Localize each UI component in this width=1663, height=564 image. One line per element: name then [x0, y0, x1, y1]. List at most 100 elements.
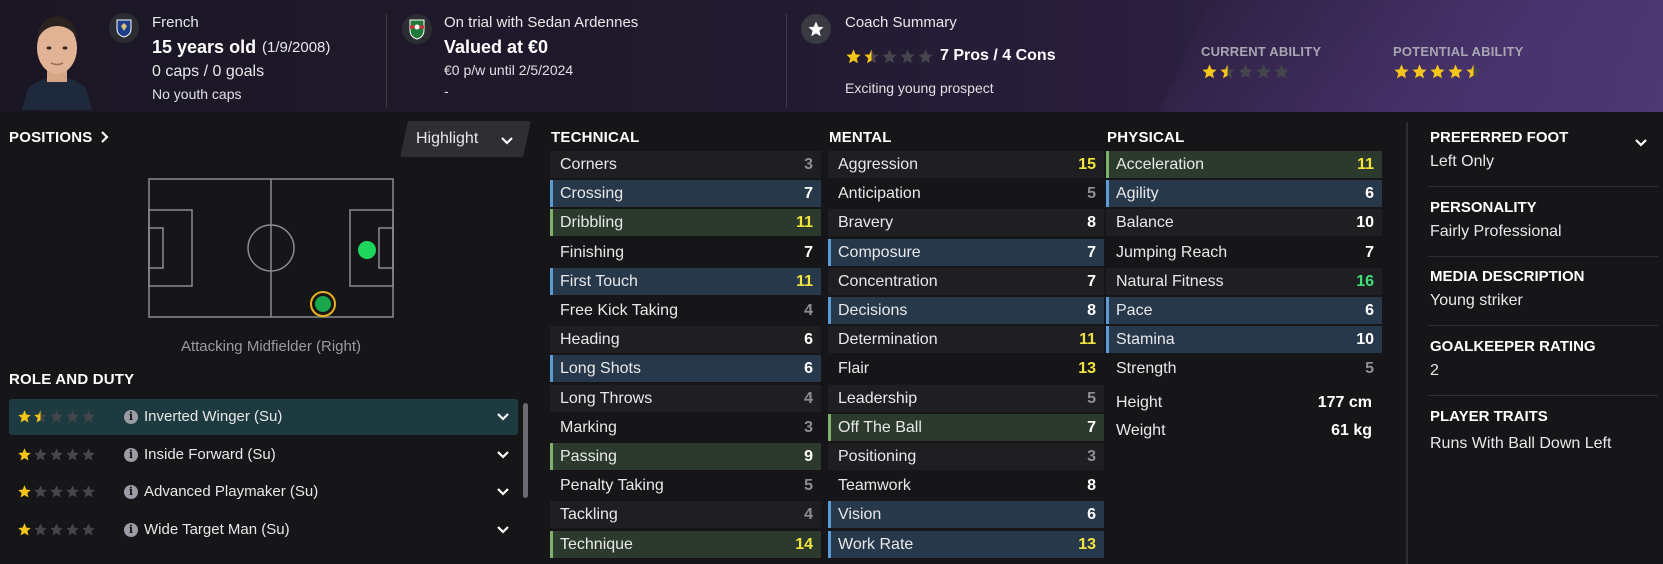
attribute-row[interactable]: Technique 14: [550, 530, 821, 558]
star-icon: [18, 410, 31, 423]
role-row[interactable]: i Wide Target Man (Su): [9, 512, 518, 548]
chevron-down-icon[interactable]: [496, 525, 510, 535]
attribute-row[interactable]: Corners 3: [550, 151, 821, 178]
attribute-row[interactable]: Free Kick Taking 4: [550, 297, 821, 324]
star-icon: [82, 410, 95, 423]
attribute-row[interactable]: Leadership 5: [828, 384, 1104, 412]
attribute-value: 14: [795, 535, 813, 553]
star-icon: [66, 447, 79, 460]
player-avatar[interactable]: [20, 8, 94, 110]
attribute-row[interactable]: Aggression 15: [828, 151, 1104, 178]
star-icon: [66, 522, 79, 535]
positions-title[interactable]: POSITIONS: [9, 129, 110, 146]
attribute-row[interactable]: Pace 6: [1106, 297, 1382, 324]
highlight-marker: [1106, 180, 1109, 208]
coach-summary-title[interactable]: Coach Summary: [845, 14, 957, 31]
attribute-name: Flair: [838, 360, 870, 378]
attribute-name: Concentration: [838, 272, 938, 290]
attribute-row[interactable]: Tackling 4: [550, 501, 821, 529]
contract-label: €0 p/w until 2/5/2024: [444, 62, 574, 78]
attribute-row[interactable]: Crossing 7: [550, 180, 821, 208]
attribute-row[interactable]: Natural Fitness 16: [1106, 267, 1382, 295]
star-icon: [18, 485, 31, 498]
club-status-label[interactable]: On trial with Sedan Ardennes: [444, 14, 638, 31]
info-icon[interactable]: i: [124, 522, 138, 537]
info-icon[interactable]: i: [124, 485, 138, 499]
position-dot-secondary[interactable]: [358, 241, 376, 259]
attribute-row[interactable]: Long Throws 4: [550, 384, 821, 412]
attribute-row[interactable]: Dribbling 11: [550, 209, 821, 237]
current-ability-label: CURRENT ABILITY: [1201, 44, 1322, 59]
positions-title-text: POSITIONS: [9, 129, 93, 146]
info-icon[interactable]: i: [124, 410, 138, 424]
attribute-row[interactable]: Anticipation 5: [828, 180, 1104, 208]
star-icon: [1274, 64, 1289, 79]
position-dot-primary[interactable]: [315, 296, 331, 312]
position-pitch[interactable]: [148, 178, 394, 318]
attribute-value: 7: [1087, 272, 1096, 290]
star-icon: [1448, 64, 1463, 79]
chevron-down-icon[interactable]: [496, 412, 510, 422]
attribute-row[interactable]: Composure 7: [828, 238, 1104, 266]
attribute-row[interactable]: Bravery 8: [828, 209, 1104, 237]
media-description-value: Young striker: [1430, 292, 1523, 309]
attribute-value: 5: [1365, 360, 1374, 378]
attribute-row[interactable]: Positioning 3: [828, 443, 1104, 470]
star-icon: [1412, 64, 1427, 79]
attribute-row[interactable]: Flair 13: [828, 355, 1104, 383]
highlight-marker: [550, 443, 553, 470]
player-trait-item[interactable]: Runs With Ball Down Left: [1430, 435, 1611, 453]
role-row[interactable]: i Advanced Playmaker (Su): [9, 474, 518, 510]
info-icon[interactable]: i: [124, 447, 138, 462]
attribute-row[interactable]: Long Shots 6: [550, 355, 821, 383]
role-row[interactable]: i Inverted Winger (Su): [9, 399, 518, 435]
coach-pros-cons[interactable]: 7 Pros / 4 Cons: [940, 47, 1056, 65]
attribute-row[interactable]: Agility 6: [1106, 180, 1382, 208]
attribute-row[interactable]: Penalty Taking 5: [550, 472, 821, 500]
star-icon: [1238, 64, 1253, 79]
weight-label: Weight: [1116, 422, 1166, 439]
chevron-down-icon[interactable]: [496, 450, 510, 460]
attribute-row[interactable]: Strength 5: [1106, 355, 1382, 383]
attribute-name: Long Shots: [560, 360, 641, 378]
role-name: Inverted Winger (Su): [144, 408, 283, 425]
role-row[interactable]: i Inside Forward (Su): [9, 437, 518, 473]
attribute-name: Finishing: [560, 243, 625, 261]
attribute-row[interactable]: Off The Ball 7: [828, 413, 1104, 441]
attribute-value: 6: [1087, 506, 1096, 524]
highlight-marker: [550, 209, 553, 237]
attribute-row[interactable]: Marking 3: [550, 413, 821, 441]
attribute-row[interactable]: Work Rate 13: [828, 530, 1104, 558]
attribute-row[interactable]: Passing 9: [550, 443, 821, 470]
attribute-name: Leadership: [838, 389, 918, 407]
attribute-row[interactable]: First Touch 11: [550, 267, 821, 295]
attribute-row[interactable]: Balance 10: [1106, 209, 1382, 237]
attribute-name: Corners: [560, 156, 617, 173]
attribute-row[interactable]: Stamina 10: [1106, 326, 1382, 354]
attribute-row[interactable]: Jumping Reach 7: [1106, 238, 1382, 266]
height-label: Height: [1116, 394, 1163, 411]
chevron-down-icon[interactable]: [1634, 138, 1648, 148]
attribute-value: 10: [1356, 214, 1374, 232]
role-rating-stars: [17, 522, 96, 537]
attribute-row[interactable]: Vision 6: [828, 501, 1104, 529]
attribute-row[interactable]: Concentration 7: [828, 267, 1104, 295]
nationality-label[interactable]: French: [152, 14, 199, 31]
club-badge-icon[interactable]: [402, 14, 432, 44]
attribute-row[interactable]: Acceleration 11: [1106, 151, 1382, 178]
attribute-value: 4: [804, 506, 813, 524]
roles-scrollbar[interactable]: [523, 403, 528, 498]
current-ability-stars: [1201, 63, 1290, 80]
preferred-foot-label: PREFERRED FOOT: [1430, 129, 1569, 146]
attribute-value: 6: [1365, 185, 1374, 203]
personality-label: PERSONALITY: [1430, 199, 1537, 216]
chevron-down-icon[interactable]: [496, 487, 510, 497]
attribute-row[interactable]: Decisions 8: [828, 297, 1104, 324]
nation-flag-icon[interactable]: [109, 13, 139, 43]
attribute-row[interactable]: Teamwork 8: [828, 472, 1104, 500]
personality-value[interactable]: Fairly Professional: [1430, 223, 1562, 241]
attribute-row[interactable]: Finishing 7: [550, 238, 821, 266]
highlight-marker: [550, 180, 553, 208]
attribute-row[interactable]: Heading 6: [550, 326, 821, 354]
attribute-row[interactable]: Determination 11: [828, 326, 1104, 354]
